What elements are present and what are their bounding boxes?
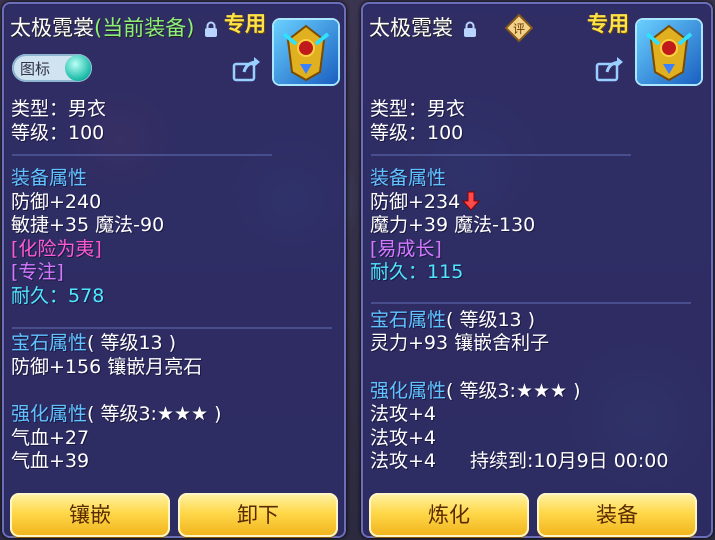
refine-attr-line: 强化属性( 等级3:★★★ ) (11, 403, 222, 425)
type-line: 类型：男衣 (370, 98, 466, 120)
divider (371, 302, 691, 304)
equip-button[interactable]: 装备 (537, 493, 697, 537)
refine-button[interactable]: 炼化 (369, 493, 529, 537)
level-line: 等级：100 (11, 121, 105, 144)
item-title: 太极霓裳 (369, 12, 477, 42)
toggle-knob (65, 55, 91, 81)
item-title: 太极霓裳(当前装备) (10, 12, 218, 42)
current-equipped-tag: (当前装备) (94, 16, 195, 40)
refine-line-2: 气血+39 (11, 450, 90, 472)
equipped-item-panel: 太极霓裳(当前装备) 专用 图标 类型：男衣 等级：100 装备属性 防御+24… (2, 2, 346, 538)
icon-toggle-label: 图标 (20, 60, 51, 78)
divider (371, 154, 631, 156)
armor-icon[interactable] (274, 20, 338, 84)
durability-line: 耐久：578 (11, 284, 105, 307)
exclusive-label: 专用 (224, 12, 266, 36)
rate-badge-icon[interactable]: 评 (504, 13, 534, 43)
armor-icon[interactable] (637, 20, 701, 84)
level-line: 等级：100 (370, 121, 464, 144)
share-icon[interactable] (595, 56, 625, 82)
item-name: 太极霓裳 (369, 16, 453, 40)
special-effect-2: [专注] (11, 261, 64, 283)
equip-attr-header: 装备属性 (370, 167, 447, 189)
lock-icon (463, 21, 476, 37)
exclusive-label: 专用 (587, 12, 629, 36)
gem-attr-line: 宝石属性( 等级13 ) (370, 308, 536, 331)
share-icon[interactable] (232, 56, 262, 82)
svg-text:评: 评 (513, 22, 525, 36)
refine-line-1: 气血+27 (11, 426, 90, 449)
gem-attr-line: 宝石属性( 等级13 ) (11, 332, 177, 354)
arrow-down-icon (462, 191, 481, 211)
lock-icon (205, 21, 218, 37)
type-line: 类型：男衣 (11, 98, 107, 120)
gem-line: 灵力+93 镶嵌舍利子 (370, 332, 550, 354)
gem-line: 防御+156 镶嵌月亮石 (11, 355, 203, 378)
refine-line-2: 法攻+4 (370, 426, 437, 449)
refine-line-1: 法攻+4 (370, 403, 437, 425)
divider (12, 154, 272, 156)
attr-line-2: 魔力+39 魔法-130 (370, 214, 536, 236)
equip-attr-header: 装备属性 (11, 167, 88, 189)
icon-toggle[interactable]: 图标 (12, 54, 92, 82)
item-name: 太极霓裳 (10, 16, 94, 40)
unequip-button[interactable]: 卸下 (178, 493, 338, 537)
refine-line-3: 法攻+4 持续到:10月9日 00:00 (370, 450, 669, 472)
inlay-button[interactable]: 镶嵌 (10, 493, 170, 537)
refine-attr-line: 强化属性( 等级3:★★★ ) (370, 379, 581, 402)
compare-item-panel: 太极霓裳 评 专用 类型：男衣 等级：100 装备属性 防御+234 魔力+39… (361, 2, 713, 538)
durability-line: 耐久：115 (370, 261, 464, 283)
divider (12, 327, 332, 329)
attr-line-2: 敏捷+35 魔法-90 (11, 214, 165, 236)
special-effect-1: [易成长] (370, 237, 442, 260)
special-effect-1: [化险为夷] (11, 237, 102, 260)
attr-line-1: 防御+234 (370, 191, 668, 215)
attr-line-1: 防御+240 (11, 190, 102, 213)
